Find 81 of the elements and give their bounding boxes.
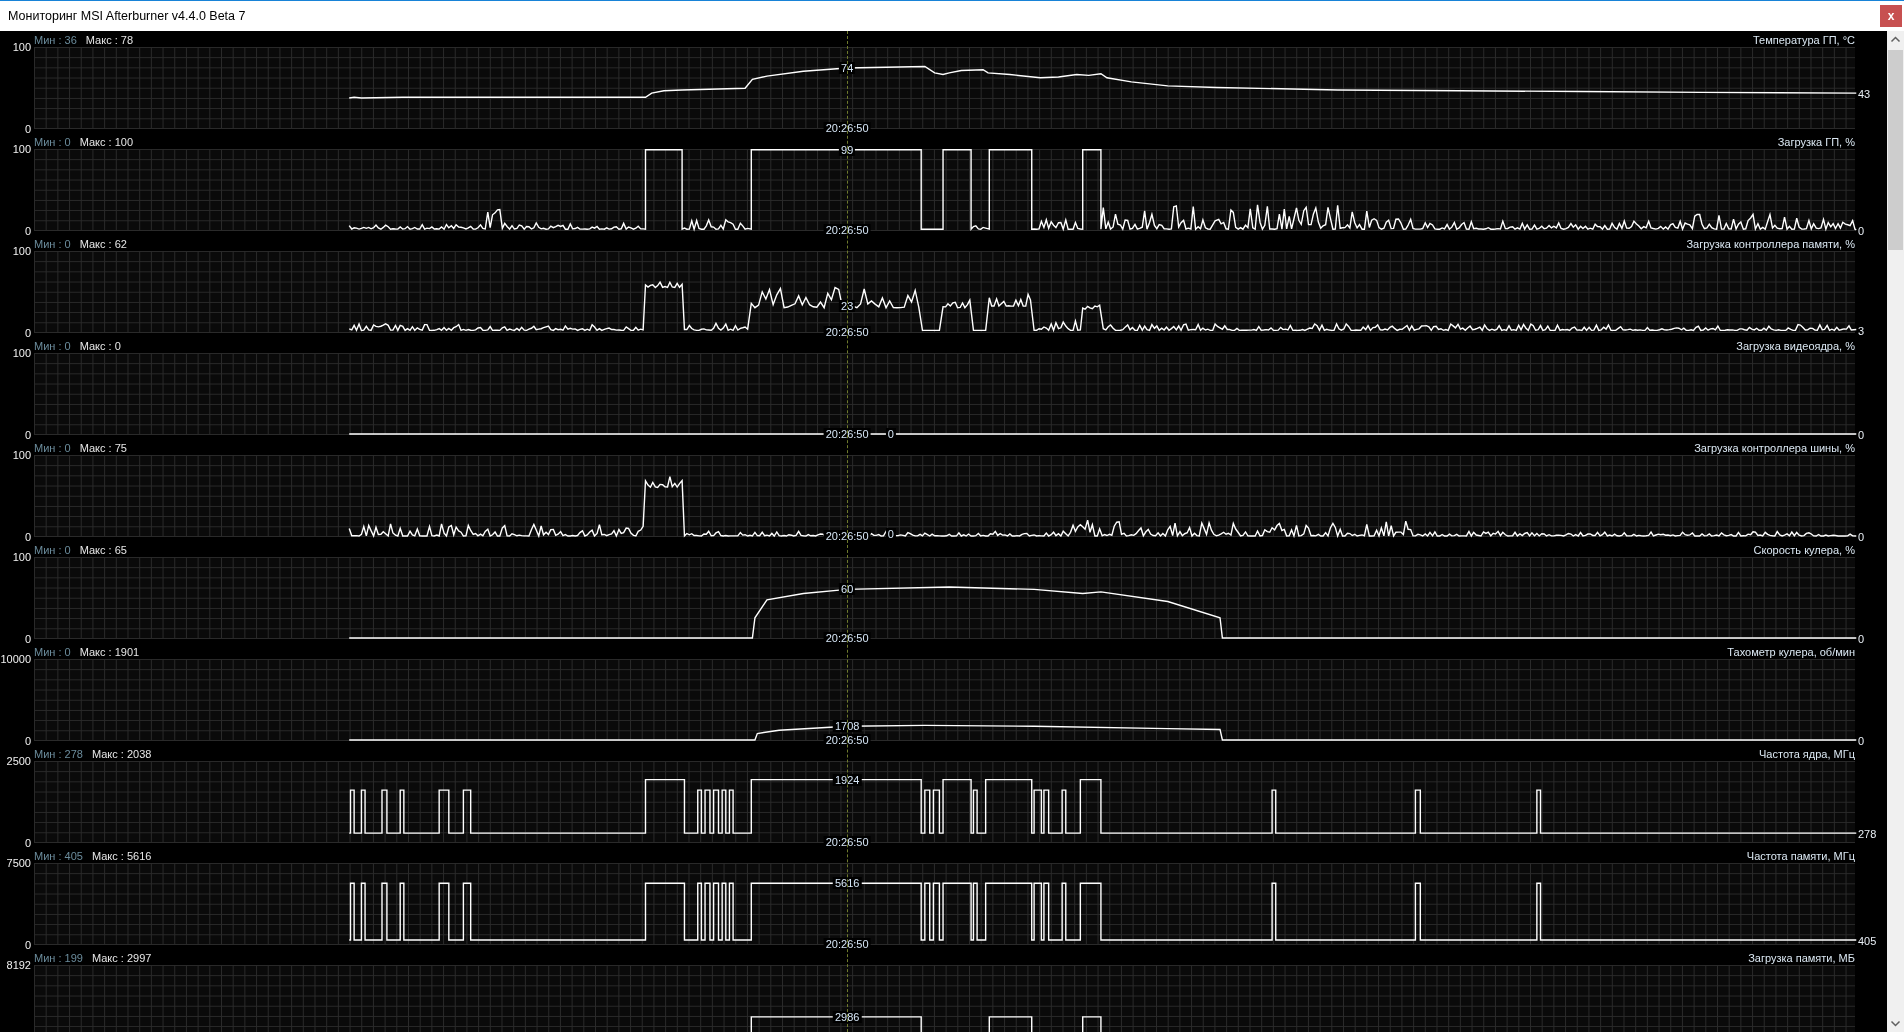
cursor-value: 0	[885, 428, 896, 440]
axis-label: 0	[24, 837, 31, 849]
scrollbar[interactable]	[1887, 31, 1904, 1032]
max-label: Макс : 0	[79, 340, 121, 353]
graph-title: Загрузка ГП, %	[1777, 136, 1855, 149]
max-label: Макс : 5616	[91, 850, 152, 863]
max-label: Макс : 75	[79, 442, 127, 455]
cursor-value: 5616	[832, 877, 862, 890]
cursor-time: 20:26:50	[823, 428, 871, 440]
current-value: 0	[1858, 735, 1865, 747]
graph-title: Загрузка видеоядра, %	[1736, 340, 1855, 353]
graph-title: Тахометр кулера, об/мин	[1727, 646, 1855, 659]
cursor-value: 2986	[832, 1010, 862, 1023]
min-label: Мин : 0	[34, 544, 71, 557]
graph-title: Частота памяти, МГц	[1746, 850, 1855, 863]
current-value: 278	[1858, 827, 1877, 840]
axis-label: 0	[24, 735, 31, 747]
max-label: Макс : 1901	[79, 646, 140, 659]
cursor-time: 20:26:50	[823, 326, 871, 338]
min-label: Мин : 278	[34, 748, 83, 761]
max-label: Макс : 78	[85, 34, 134, 47]
min-label: Мин : 405	[34, 850, 83, 863]
min-label: Мин : 0	[34, 238, 71, 251]
max-label: Макс : 65	[79, 544, 127, 557]
min-label: Мин : 0	[34, 646, 71, 659]
current-value: 405	[1858, 934, 1877, 947]
min-label: Мин : 0	[34, 442, 71, 455]
cursor-time: 20:26:50	[823, 734, 871, 746]
max-label: Макс : 2997	[91, 952, 152, 965]
axis-label: 100	[12, 551, 31, 563]
close-button[interactable]: x	[1880, 5, 1902, 27]
axis-label: 0	[24, 123, 31, 135]
cursor-time: 20:26:50	[823, 224, 871, 236]
graph-title: Температура ГП, °C	[1753, 34, 1855, 47]
axis-label: 100	[12, 449, 31, 461]
axis-label: 0	[24, 939, 31, 951]
min-label: Мин : 0	[34, 136, 71, 149]
cursor-value: 23	[839, 300, 856, 313]
min-label: Мин : 199	[34, 952, 83, 965]
cursor-value: 0	[885, 528, 896, 541]
cursor-time: 20:26:50	[823, 836, 871, 848]
axis-label: 0	[24, 531, 31, 543]
axis-label: 100	[12, 245, 31, 257]
axis-label: 0	[24, 327, 31, 339]
axis-label: 100	[12, 347, 31, 359]
current-value: 3	[1858, 324, 1865, 337]
cursor-value: 1708	[832, 720, 862, 733]
axis-label: 0	[24, 225, 31, 237]
max-label: Макс : 100	[79, 136, 134, 149]
current-value: 0	[1858, 429, 1865, 441]
cursor-time: 20:26:50	[823, 530, 871, 542]
min-label: Мин : 36	[34, 34, 77, 47]
current-value: 0	[1858, 225, 1865, 237]
axis-label: 2500	[6, 755, 31, 767]
axis-label: 7500	[6, 857, 31, 869]
axis-label: 0	[24, 429, 31, 441]
graph-title: Скорость кулера, %	[1753, 544, 1855, 557]
axis-label: 10000	[0, 653, 31, 665]
axis-label: 8192	[6, 959, 31, 971]
cursor-value: 1924	[832, 773, 862, 786]
min-label: Мин : 0	[34, 340, 71, 353]
current-value: 43	[1858, 87, 1871, 100]
axis-label: 100	[12, 41, 31, 53]
max-label: Макс : 62	[79, 238, 127, 251]
axis-label: 0	[24, 633, 31, 645]
scroll-thumb[interactable]	[1888, 50, 1903, 250]
graph-title: Частота ядра, МГц	[1759, 748, 1855, 761]
graph-title: Загрузка памяти, МБ	[1748, 952, 1855, 965]
cursor-time: 20:26:50	[823, 122, 871, 134]
axis-label: 100	[12, 143, 31, 155]
graph-title: Загрузка контроллера шины, %	[1694, 442, 1855, 455]
window-title: Мониторинг MSI Afterburner v4.4.0 Beta 7	[8, 9, 246, 23]
max-label: Макс : 2038	[91, 748, 152, 761]
graph-title: Загрузка контроллера памяти, %	[1686, 238, 1855, 251]
cursor-time: 20:26:50	[823, 938, 871, 950]
current-value: 0	[1858, 633, 1865, 645]
cursor-value: 60	[839, 583, 856, 596]
cursor-value: 99	[839, 143, 856, 156]
cursor-value: 74	[839, 62, 856, 75]
cursor-time: 20:26:50	[823, 632, 871, 644]
current-value: 0	[1858, 531, 1865, 543]
